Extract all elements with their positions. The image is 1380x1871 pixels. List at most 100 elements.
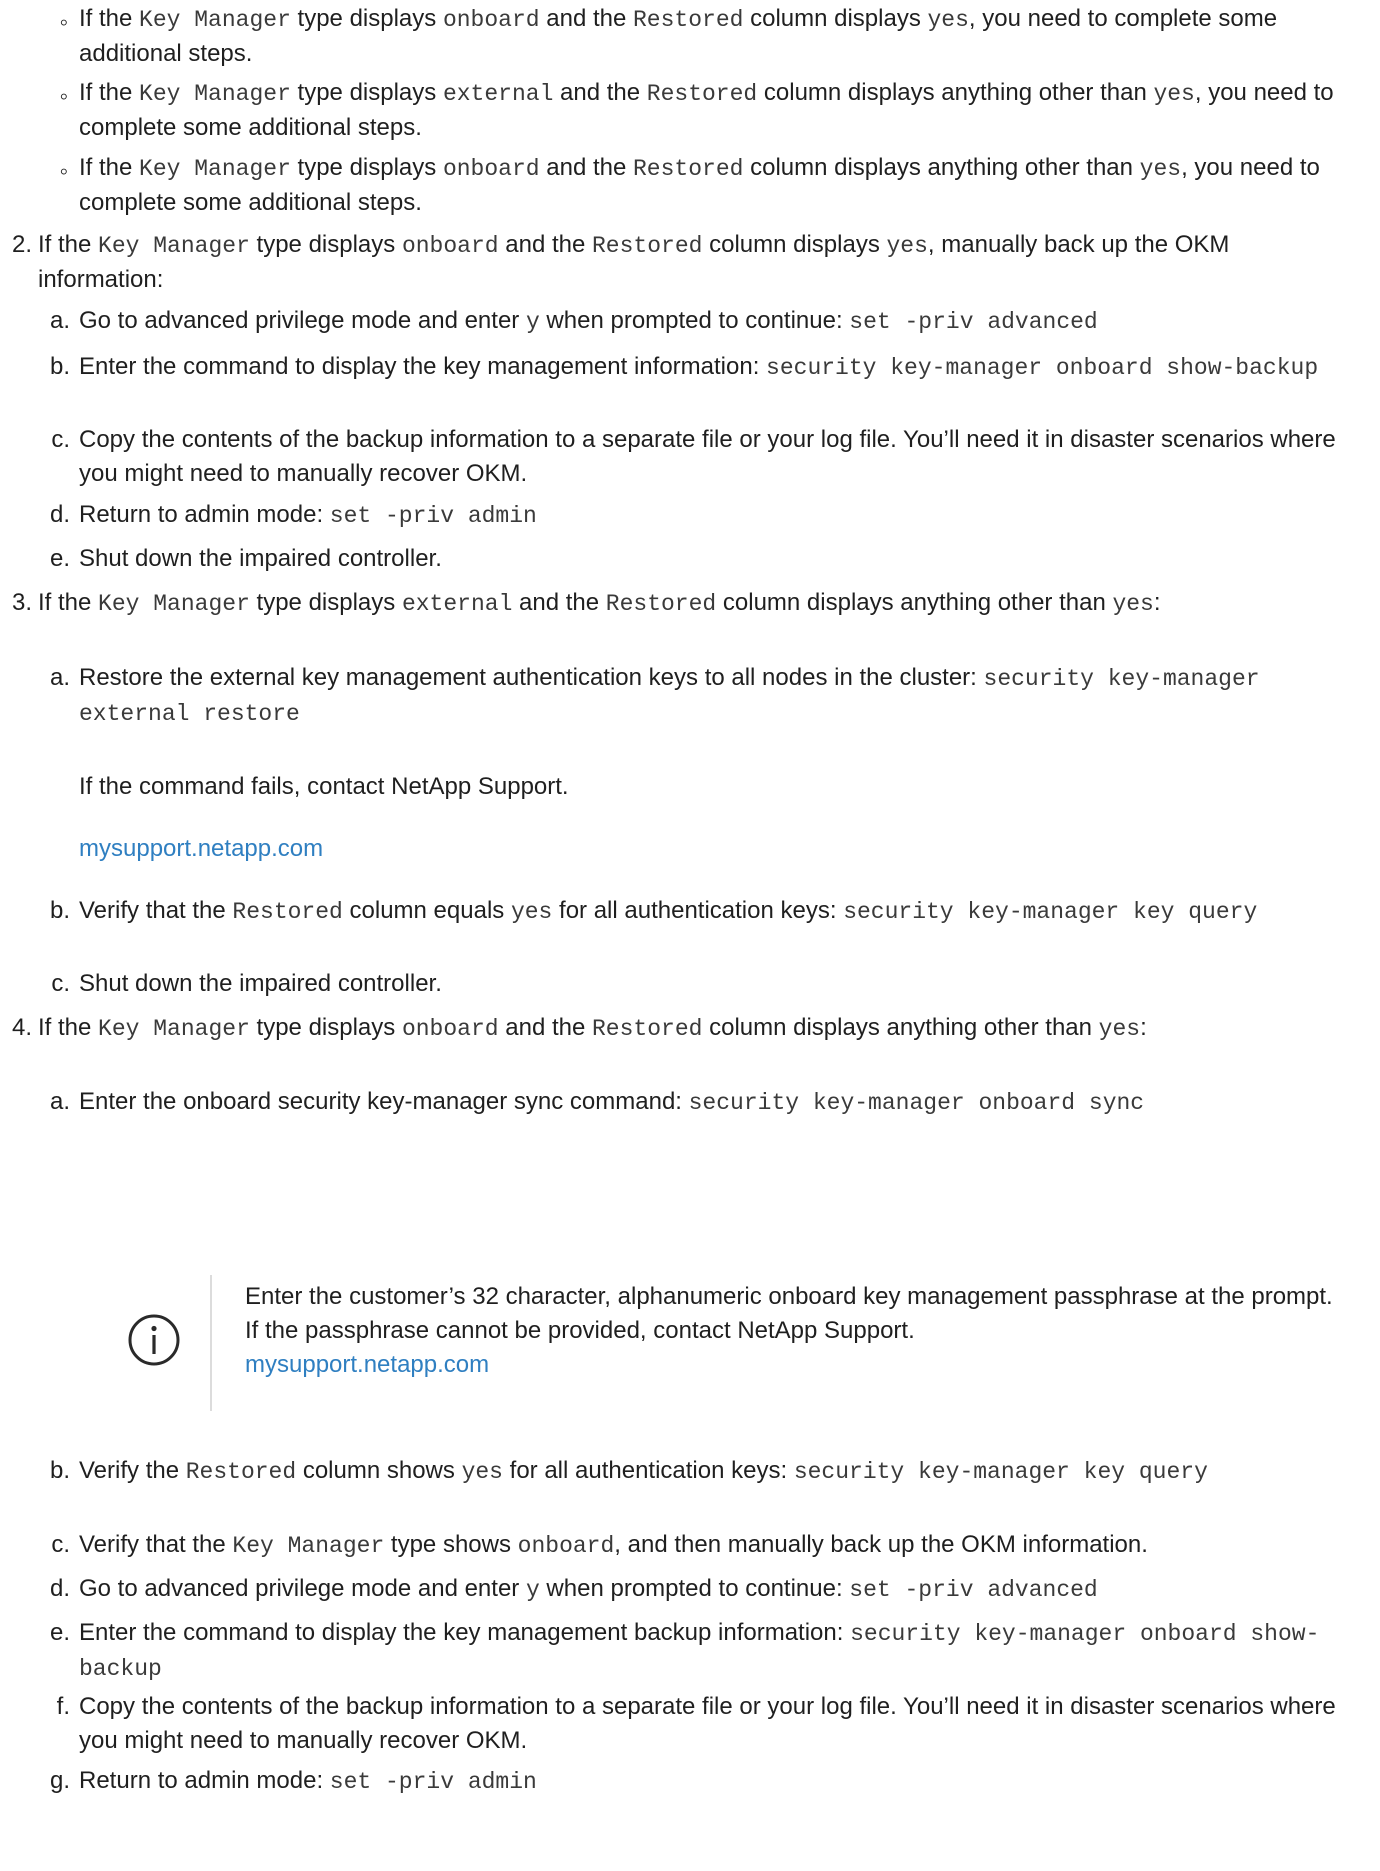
inline-code: onboard xyxy=(401,1016,499,1042)
text-run: Go to advanced privilege mode and enter xyxy=(79,1575,526,1602)
text-run: type displays xyxy=(249,1014,402,1041)
step-text: If the Key Manager type displays externa… xyxy=(38,586,1298,621)
substep-letter: a. xyxy=(49,1088,70,1115)
text-run: : xyxy=(1140,1014,1147,1041)
inline-code: Key Manager xyxy=(139,7,291,33)
step-text: If the Key Manager type displays onboard… xyxy=(38,1011,1368,1046)
text-run: Verify that the xyxy=(79,1531,233,1558)
inline-code: yes xyxy=(461,1459,503,1485)
inline-code: onboard xyxy=(401,233,499,259)
inline-code: Key Manager xyxy=(232,1533,385,1559)
bullet-marker: ◦ xyxy=(59,9,68,36)
inline-code: set -priv advanced xyxy=(849,1577,1098,1603)
text-run: when prompted to continue: xyxy=(539,307,850,334)
step-number: 4. xyxy=(11,1014,32,1041)
text-run: Verify the xyxy=(79,1457,186,1484)
substep-text: Enter the command to display the key man… xyxy=(79,1616,1369,1686)
substep-text: Restore the external key management auth… xyxy=(79,661,1369,731)
substep-letter: d. xyxy=(49,1575,70,1602)
text-run: If the xyxy=(38,589,99,616)
inline-code: yes xyxy=(510,899,553,925)
text-run: column displays anything other than xyxy=(743,154,1140,181)
text-run: and the xyxy=(539,154,633,181)
inline-code: Key Manager xyxy=(98,233,250,259)
text-run: Return to admin mode: xyxy=(79,1767,330,1794)
text-run: column equals xyxy=(342,897,511,924)
substep-letter: c. xyxy=(51,970,70,997)
text-run: Restore the external key management auth… xyxy=(79,664,984,691)
substep-letter: a. xyxy=(49,664,70,691)
substep-text: Copy the contents of the backup informat… xyxy=(79,423,1349,491)
text-run: : xyxy=(1153,589,1161,616)
substep-letter: b. xyxy=(49,1457,70,1484)
substep-text: Return to admin mode: set -priv admin xyxy=(79,498,1369,533)
text-run: and the xyxy=(498,231,592,258)
inline-code: set -priv admin xyxy=(329,503,537,529)
text-run: and the xyxy=(498,1014,592,1041)
text-run: column displays anything other than xyxy=(757,79,1154,106)
text-run: type displays xyxy=(249,589,402,616)
inline-code: y xyxy=(525,309,540,335)
note-text: Enter the customer’s 32 character, alpha… xyxy=(245,1280,1345,1382)
text-run: for all authentication keys: xyxy=(552,897,844,924)
note-divider xyxy=(210,1275,212,1411)
note-body: Enter the customer’s 32 character, alpha… xyxy=(245,1283,1333,1344)
inline-code: yes xyxy=(1153,81,1195,107)
substep-letter: e. xyxy=(49,545,70,572)
inline-code: Restored xyxy=(592,1016,703,1042)
inline-code: Key Manager xyxy=(139,81,291,107)
text-run: Shut down the impaired controller. xyxy=(79,970,442,997)
inline-code: set -priv admin xyxy=(329,1769,537,1795)
text-run: column displays anything other than xyxy=(702,1014,1099,1041)
inline-code: onboard xyxy=(442,156,540,182)
text-run: type displays xyxy=(290,154,443,181)
inline-code: Key Manager xyxy=(98,591,250,617)
text-run: and the xyxy=(512,589,606,616)
text-run: when prompted to continue: xyxy=(539,1575,850,1602)
inline-code: security key-manager onboard sync xyxy=(688,1090,1145,1116)
text-run: and the xyxy=(553,79,647,106)
substep-letter: d. xyxy=(49,501,70,528)
text-run: If the command fails, contact NetApp Sup… xyxy=(79,773,569,800)
inline-code: security key-manager onboard show-backup xyxy=(766,355,1319,381)
support-link[interactable]: mysupport.netapp.com xyxy=(79,832,679,866)
substep-text: Shut down the impaired controller. xyxy=(79,967,1369,1001)
info-icon xyxy=(127,1313,181,1367)
inline-code: onboard xyxy=(442,7,540,33)
substep-letter: e. xyxy=(49,1619,70,1646)
inline-code: Restored xyxy=(605,591,717,617)
text-run: column shows xyxy=(296,1457,462,1484)
substep-text: Copy the contents of the backup informat… xyxy=(79,1690,1349,1758)
support-link-text[interactable]: mysupport.netapp.com xyxy=(79,835,323,862)
substep-text: Enter the onboard security key-manager s… xyxy=(79,1085,1374,1120)
bullet-marker: ◦ xyxy=(59,83,68,110)
text-run: Shut down the impaired controller. xyxy=(79,545,442,572)
substep-note-text: If the command fails, contact NetApp Sup… xyxy=(79,770,1279,804)
substep-text: Go to advanced privilege mode and enter … xyxy=(79,304,1369,339)
text-run: column displays xyxy=(743,5,928,32)
note-support-link[interactable]: mysupport.netapp.com xyxy=(245,1351,489,1378)
text-run: Return to admin mode: xyxy=(79,501,330,528)
inline-code: yes xyxy=(886,233,928,259)
text-run: If the xyxy=(38,231,99,258)
text-run: column displays xyxy=(702,231,887,258)
text-run: type displays xyxy=(249,231,402,258)
substep-letter: g. xyxy=(49,1767,70,1794)
inline-code: yes xyxy=(1139,156,1182,182)
inline-code: Restored xyxy=(592,233,703,259)
substep-text: Go to advanced privilege mode and enter … xyxy=(79,1572,1374,1607)
text-run: , and then manually back up the OKM info… xyxy=(614,1531,1148,1558)
inline-code: Key Manager xyxy=(98,1016,250,1042)
substep-letter: b. xyxy=(49,897,70,924)
inline-code: Restored xyxy=(646,81,758,107)
inline-code: yes xyxy=(927,7,969,33)
substep-text: Shut down the impaired controller. xyxy=(79,542,1369,576)
text-run: If the xyxy=(79,5,140,32)
text-run: Go to advanced privilege mode and enter xyxy=(79,307,526,334)
substep-letter: c. xyxy=(51,426,70,453)
text-run: type displays xyxy=(290,79,443,106)
text-run: Enter the onboard security key-manager s… xyxy=(79,1088,689,1115)
substep-text: Enter the command to display the key man… xyxy=(79,350,1369,385)
text-run: Copy the contents of the backup informat… xyxy=(79,1693,1336,1754)
text-run: Copy the contents of the backup informat… xyxy=(79,426,1336,487)
